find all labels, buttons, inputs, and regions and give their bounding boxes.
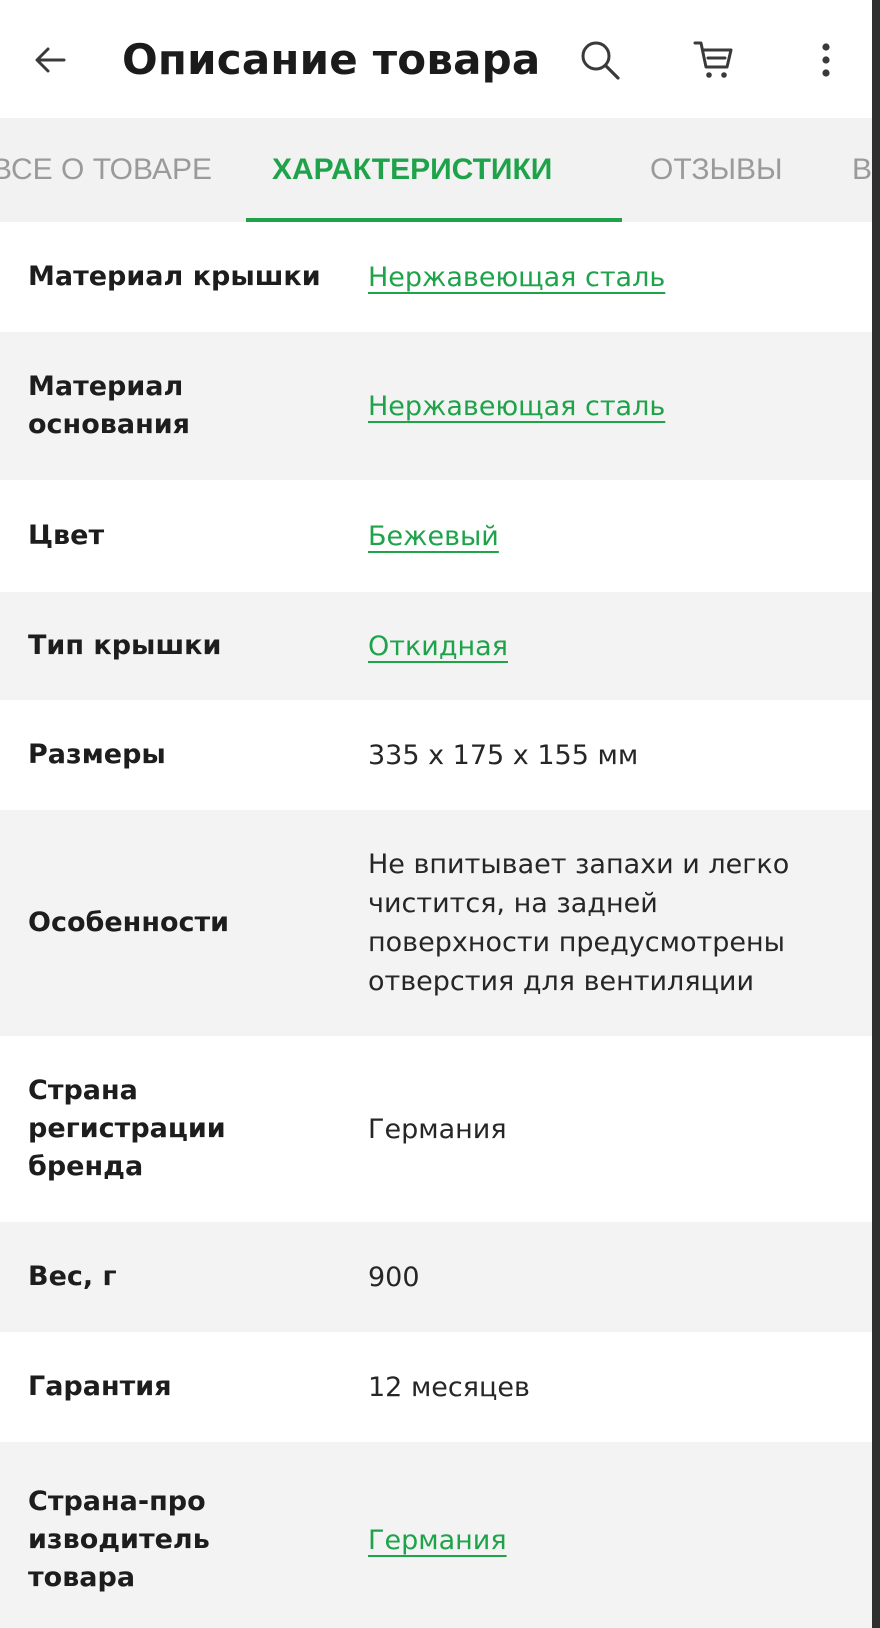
spec-row-weight: Вес, г 900 <box>0 1222 872 1332</box>
spec-value-link[interactable]: Нержавеющая сталь <box>368 387 838 426</box>
spec-value: Не впитывает запахи и легко чистится, на… <box>368 849 790 997</box>
spec-label: Материал основания <box>28 371 190 440</box>
spec-label: Страна-про изводитель товара <box>28 1486 210 1593</box>
tab-characteristics[interactable]: ХАРАКТЕРИСТИКИ <box>272 118 552 222</box>
spec-label: Материал крышки <box>28 261 321 292</box>
more-vertical-icon <box>822 43 830 77</box>
page-title: Описание товара <box>122 35 541 84</box>
spec-label: Вес, г <box>28 1261 117 1292</box>
search-icon <box>581 41 620 80</box>
spec-row-warranty: Гарантия 12 месяцев <box>0 1332 872 1442</box>
back-button[interactable] <box>24 28 76 92</box>
spec-row-manufacturer-country: Страна-про изводитель товара Германия <box>0 1442 872 1628</box>
arrow-left-icon <box>35 47 66 73</box>
spec-value: 335 x 175 x 155 мм <box>368 739 639 771</box>
spec-row-color: Цвет Бежевый <box>0 480 872 592</box>
top-app-bar: Описание товара <box>0 0 872 118</box>
tab-next-partial[interactable]: В <box>852 118 872 222</box>
spec-label: Цвет <box>28 520 105 551</box>
spec-label: Страна регистрации бренда <box>28 1075 226 1182</box>
spec-row-dimensions: Размеры 335 x 175 x 155 мм <box>0 700 872 810</box>
specifications-list: Материал крышки Нержавеющая сталь Матери… <box>0 222 872 1628</box>
spec-row-lid-material: Материал крышки Нержавеющая сталь <box>0 222 872 332</box>
screen-edge <box>872 0 880 1628</box>
spec-value: 900 <box>368 1261 420 1293</box>
spec-value: 12 месяцев <box>368 1371 530 1403</box>
spec-row-base-material: Материал основания Нержавеющая сталь <box>0 332 872 480</box>
cart-button[interactable] <box>684 28 744 92</box>
spec-label: Размеры <box>28 739 166 770</box>
spec-row-brand-country: Страна регистрации бренда Германия <box>0 1036 872 1222</box>
spec-label: Особенности <box>28 907 230 938</box>
spec-value-link[interactable]: Германия <box>368 1521 838 1560</box>
spec-row-features: Особенности Не впитывает запахи и легко … <box>0 810 872 1036</box>
spec-value-link[interactable]: Нержавеющая сталь <box>368 258 838 297</box>
spec-value: Германия <box>368 1113 507 1145</box>
spec-row-lid-type: Тип крышки Откидная <box>0 592 872 700</box>
cart-icon <box>693 41 733 78</box>
spec-value-link[interactable]: Откидная <box>368 627 838 666</box>
tab-bar: ВСЕ О ТОВАРЕ ХАРАКТЕРИСТИКИ ОТЗЫВЫ В <box>0 118 872 222</box>
spec-value-link[interactable]: Бежевый <box>368 517 838 556</box>
spec-label: Гарантия <box>28 1371 172 1402</box>
more-options-button[interactable] <box>796 28 856 92</box>
tab-reviews[interactable]: ОТЗЫВЫ <box>650 118 783 222</box>
spec-label: Тип крышки <box>28 630 222 661</box>
search-button[interactable] <box>570 28 630 92</box>
product-description-screen: Описание товара ВСЕ О ТОВАРЕ ХАРАКТЕРИСТ… <box>0 0 872 1628</box>
tab-all-about-product[interactable]: ВСЕ О ТОВАРЕ <box>0 118 212 222</box>
